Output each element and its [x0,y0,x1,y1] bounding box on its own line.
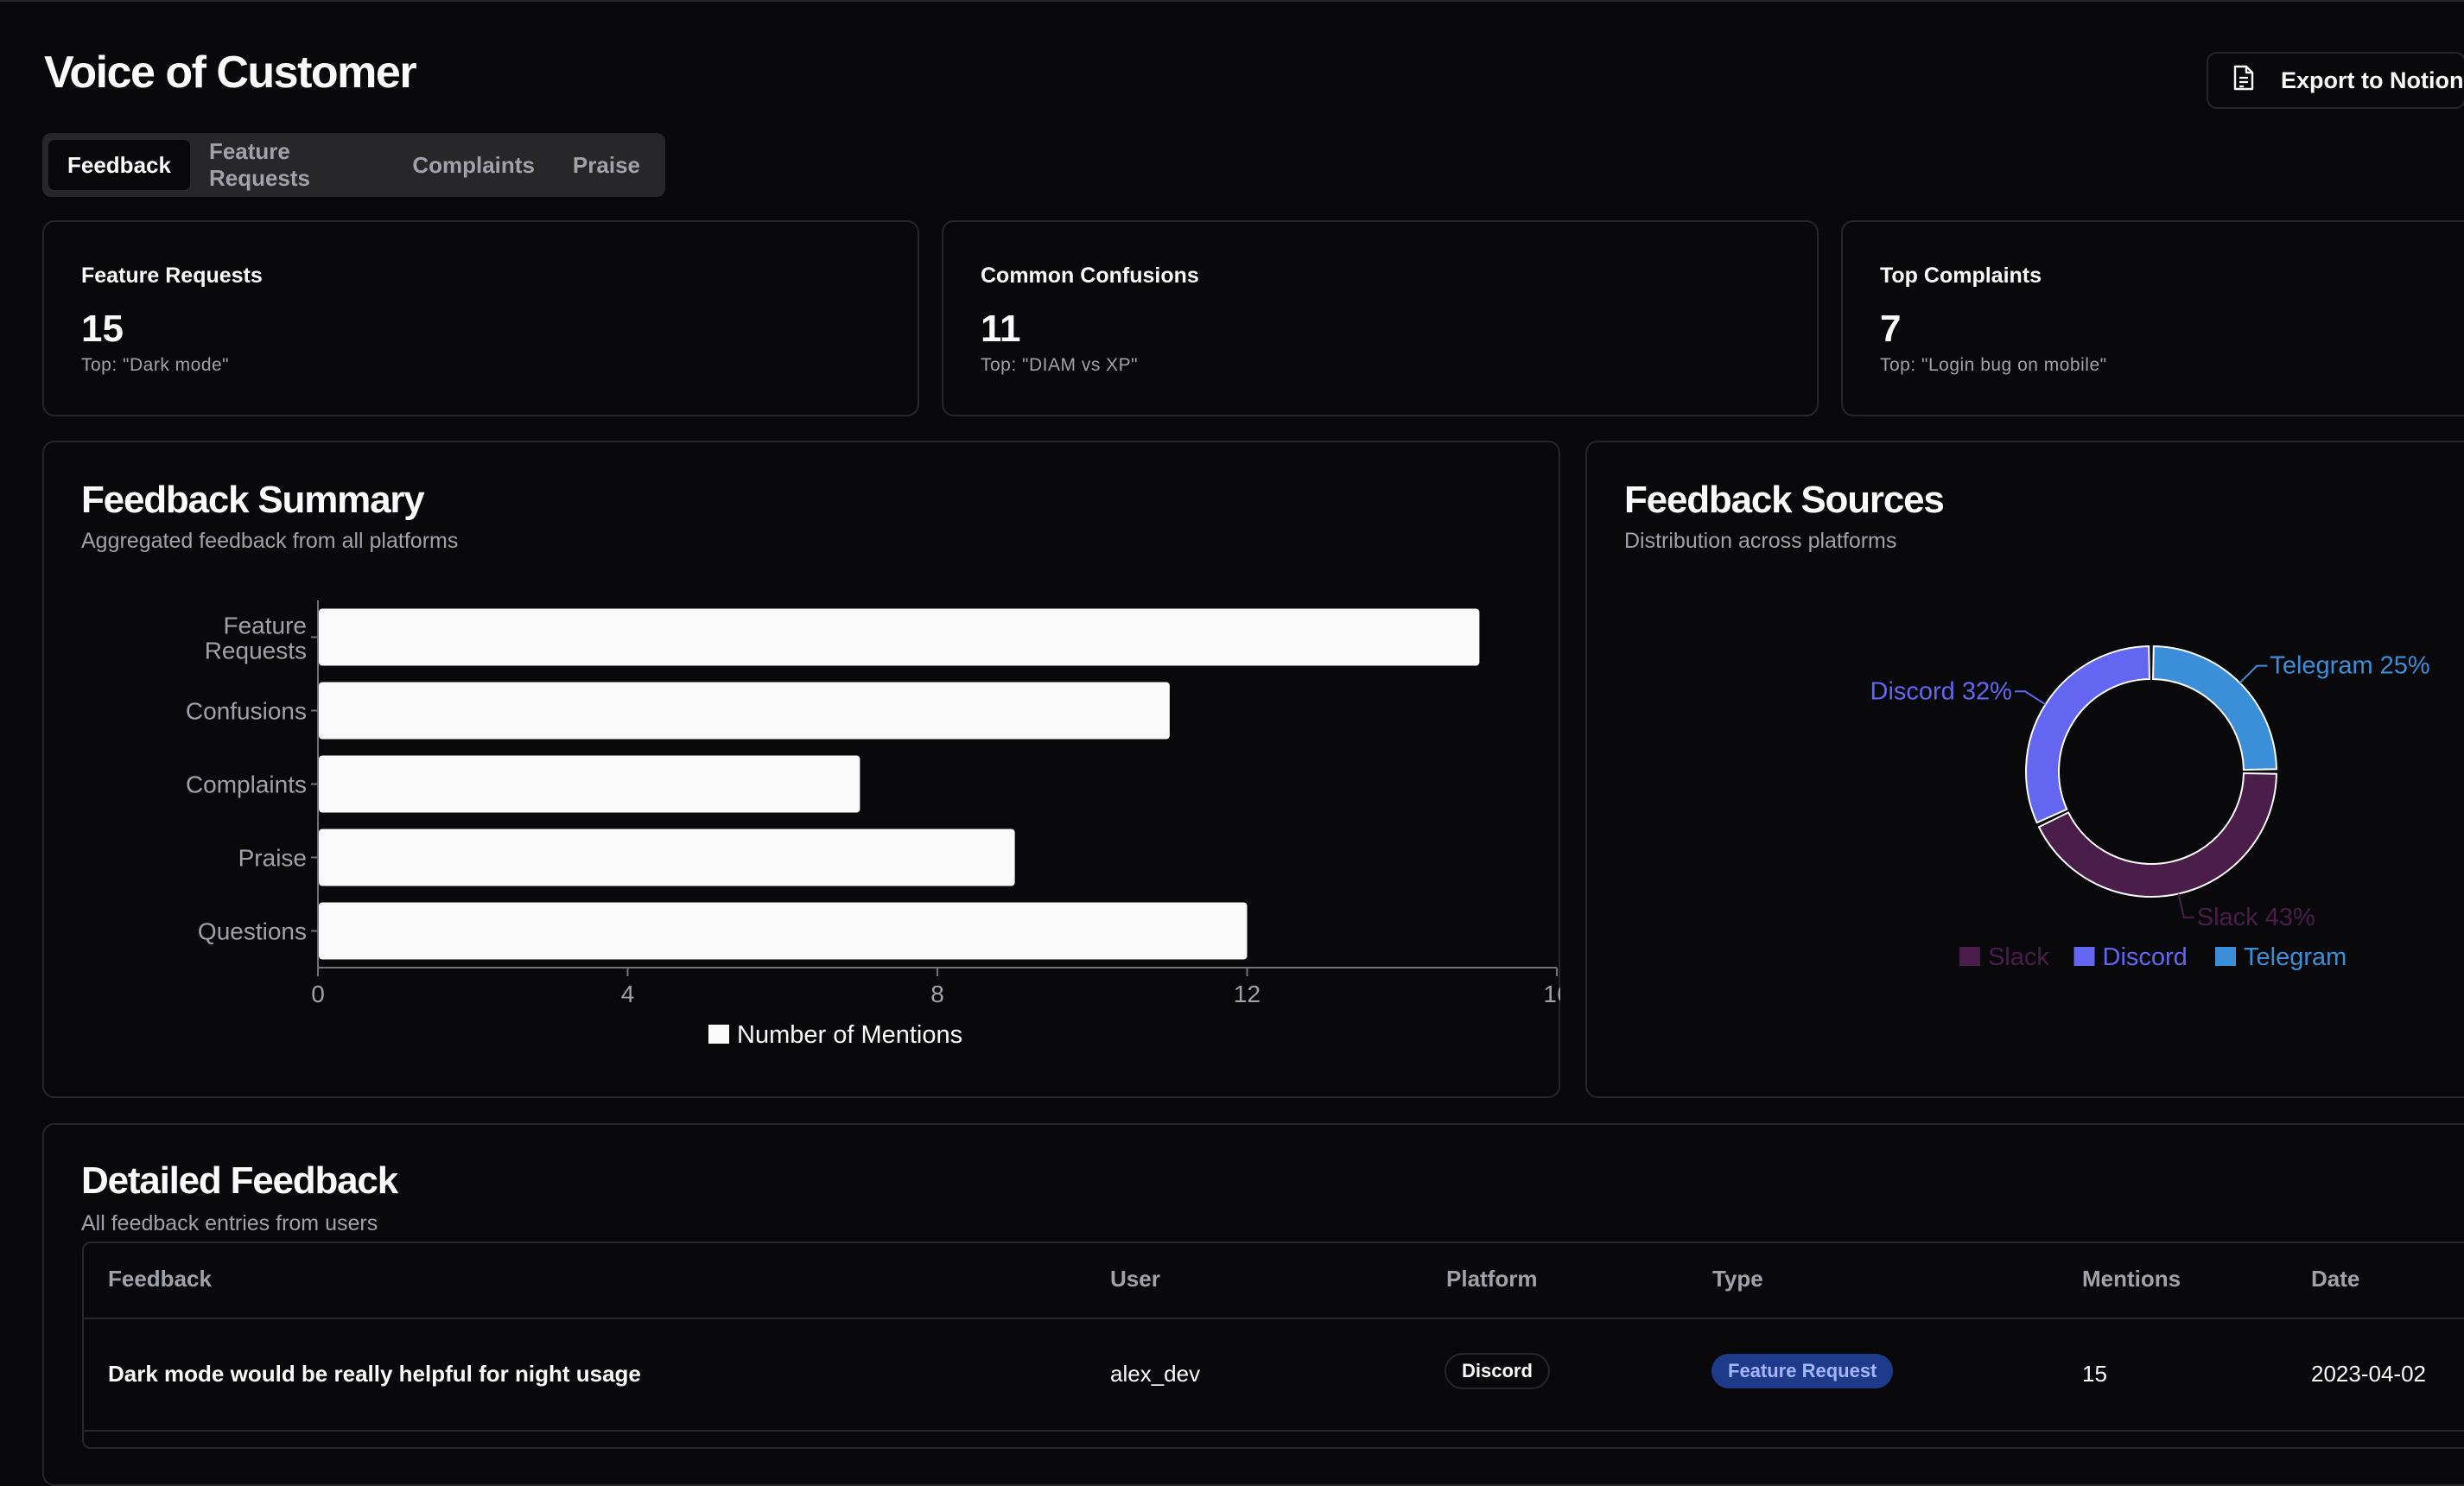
slice-label-slack: Slack 43% [2197,904,2315,931]
export-button-label: Export to Notion [2281,67,2464,93]
document-icon [2232,65,2255,97]
top-border [0,0,2464,2]
legend-label-slack: Slack [1988,943,2049,971]
y-tick-label: Complaints [186,772,307,798]
leader-line-slack [2177,893,2194,918]
detailed-feedback-card: Detailed Feedback All feedback entries f… [42,1123,2464,1486]
legend-swatch-slack [1959,947,1980,966]
stat-subtext: Top: "Login bug on mobile" [1880,355,2107,375]
stat-value: 11 [981,308,1021,350]
cell-feedback: Dark mode would be really helpful for ni… [108,1361,641,1387]
tab-complaints[interactable]: Complaints [393,140,554,190]
tab-feature-requests[interactable]: Feature Requests [190,138,393,191]
y-tick-label: Questions [198,918,307,945]
slice-slack [2037,772,2277,898]
x-tick-label: 4 [621,981,635,1007]
bar-confusions [319,682,1170,740]
stat-subtext: Top: "DIAM vs XP" [981,355,1139,375]
feedback-table: Feedback User Platform Type Mentions Dat… [82,1242,2464,1449]
slice-label-telegram: Telegram 25% [2270,652,2429,680]
stat-value: 7 [1880,308,1902,350]
legend-label-telegram: Telegram [2244,943,2347,971]
legend-label-discord: Discord [2103,943,2188,971]
stat-value: 15 [81,308,124,350]
stat-card-feature-requests: Feature Requests 15 Top: "Dark mode" [42,220,919,416]
feedback-sources-donut-chart: Slack 43% Discord 32% Telegram 25% Slack Dis… [1870,645,2430,971]
y-tick-label: Praise [238,845,307,872]
cell-mentions: 15 [2082,1361,2107,1387]
column-header-mentions[interactable]: Mentions [2082,1266,2181,1292]
tab-list: Feedback Feature Requests Complaints Pra… [42,133,665,197]
x-tick-label: 16 [1543,981,1560,1007]
column-header-date[interactable]: Date [2311,1266,2359,1292]
tab-feedback[interactable]: Feedback [48,140,190,190]
header-divider [84,1318,2464,1319]
leader-line-discord [2014,690,2047,706]
bar-questions [319,902,1248,960]
row-divider [84,1430,2464,1432]
tab-praise[interactable]: Praise [554,140,659,190]
cell-date: 2023-04-02 [2311,1361,2426,1387]
slice-discord [2025,645,2150,824]
stat-card-top-complaints: Top Complaints 7 Top: "Login bug on mobi… [1841,220,2464,416]
legend-swatch [708,1025,729,1044]
export-to-notion-button[interactable]: Export to Notion [2207,52,2464,109]
leader-line-telegram [2239,664,2268,684]
column-header-platform[interactable]: Platform [1446,1266,1537,1292]
bar-feature-requests [319,608,1480,666]
slice-label-discord: Discord 32% [1870,677,2012,705]
legend-swatch-telegram [2215,947,2236,966]
stat-card-common-confusions: Common Confusions 11 Top: "DIAM vs XP" [942,220,1819,416]
x-tick-label: 8 [930,981,944,1007]
slice-telegram [2152,645,2277,771]
bar-praise [319,829,1015,886]
stat-label: Top Complaints [1880,264,2042,288]
column-header-feedback[interactable]: Feedback [108,1266,212,1292]
card-title: Detailed Feedback [81,1159,398,1202]
bar-complaints [319,755,860,813]
stat-label: Common Confusions [981,264,1199,288]
platform-badge: Discord [1445,1353,1550,1389]
column-header-type[interactable]: Type [1712,1266,1763,1292]
y-tick-label: Confusions [186,698,307,725]
feedback-sources-card: Feedback Sources Distribution across pla… [1585,441,2464,1098]
legend-swatch-discord [2073,947,2095,966]
feedback-bar-chart: Feature Requests Confusions Complaints Prais… [186,600,1560,1049]
column-header-user[interactable]: User [1110,1266,1160,1292]
stat-subtext: Top: "Dark mode" [81,355,230,375]
x-tick-label: 12 [1234,981,1261,1007]
type-badge: Feature Request [1711,1354,1894,1388]
x-tick-label: 0 [311,981,325,1007]
cell-user: alex_dev [1110,1361,1201,1387]
card-description: All feedback entries from users [81,1211,378,1235]
page-title: Voice of Customer [44,48,417,98]
legend-label: Number of Mentions [737,1021,962,1049]
stat-label: Feature Requests [81,264,263,288]
feedback-summary-card: Feedback Summary Aggregated feedback fro… [42,441,1560,1098]
y-tick-label: Feature Requests [205,613,307,664]
